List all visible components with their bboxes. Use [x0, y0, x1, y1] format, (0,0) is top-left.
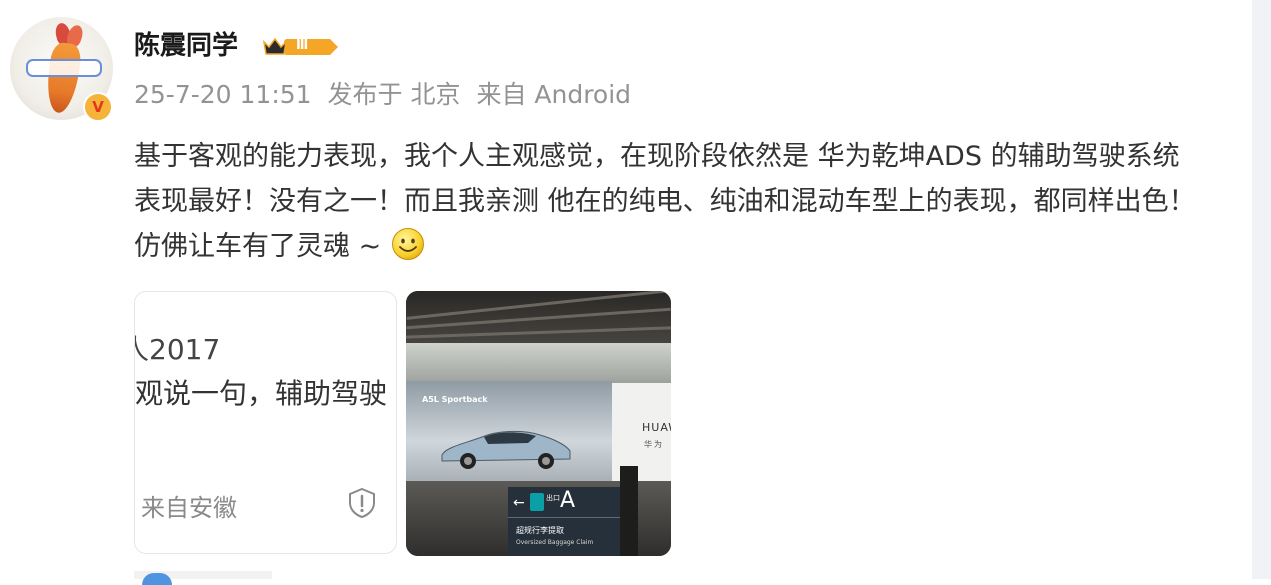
exit-icon: [530, 493, 544, 511]
post-time[interactable]: 25-7-20 11:51: [134, 80, 312, 109]
photo-gate: [620, 466, 638, 556]
photo-wall: [406, 343, 671, 383]
car-image: [441, 430, 571, 469]
post-body: 基于客观的能力表现，我个人主观感觉，在现阶段依然是 华为乾坤ADS 的辅助驾驶系…: [134, 141, 1196, 262]
shield-icon: [349, 487, 375, 519]
arrow-left-icon: ←: [513, 495, 525, 511]
photo-ceiling: [406, 291, 671, 351]
verified-badge-icon: V: [83, 92, 113, 122]
avatar-carrot: [43, 41, 83, 115]
post-image-2[interactable]: A5L Sportback HUAWEI 华为 ← 出口 A 超规行李提取 Ov…: [406, 291, 671, 556]
level-text: Ⅲ: [296, 38, 309, 53]
sign-baggage-cn: 超规行李提取: [516, 526, 564, 535]
crown-icon: [262, 37, 288, 55]
post-meta: 25-7-20 11:51 发布于 北京 来自 Android: [134, 79, 639, 111]
level-badge[interactable]: Ⅲ: [262, 33, 338, 59]
sign-top: ← 出口 A: [508, 487, 638, 518]
airport-sign: ← 出口 A 超规行李提取 Oversized Baggage Claim: [508, 487, 638, 556]
sign-exit-cn: 出口: [546, 494, 560, 502]
post-source: 来自 Android: [476, 80, 632, 109]
post-location: 发布于 北京: [327, 80, 461, 109]
card-text-line: 人2017: [135, 333, 221, 366]
billboard-brand-cn: 华为: [644, 440, 664, 449]
sign-baggage-en: Oversized Baggage Claim: [516, 539, 594, 546]
post-image-1[interactable]: 人2017 观说一句，辅助驾驶 来自安徽: [134, 291, 397, 554]
billboard-title: A5L Sportback: [422, 395, 488, 404]
post-text: 基于客观的能力表现，我个人主观感觉，在现阶段依然是 华为乾坤ADS 的辅助驾驶系…: [134, 134, 1214, 269]
level-pill: Ⅲ: [284, 38, 338, 55]
billboard-brand: HUAWEI: [642, 421, 671, 434]
card-source: 来自安徽: [141, 494, 237, 522]
username[interactable]: 陈震同学: [134, 30, 238, 62]
card-text-line: 观说一句，辅助驾驶: [135, 377, 388, 410]
verified-mark: V: [92, 97, 104, 116]
sign-letter: A: [560, 488, 576, 513]
bottom-partial-icon: [142, 573, 172, 585]
avatar-band: [26, 59, 102, 77]
scrollbar-track[interactable]: [1252, 0, 1271, 579]
smile-emoji-icon: [392, 228, 425, 260]
